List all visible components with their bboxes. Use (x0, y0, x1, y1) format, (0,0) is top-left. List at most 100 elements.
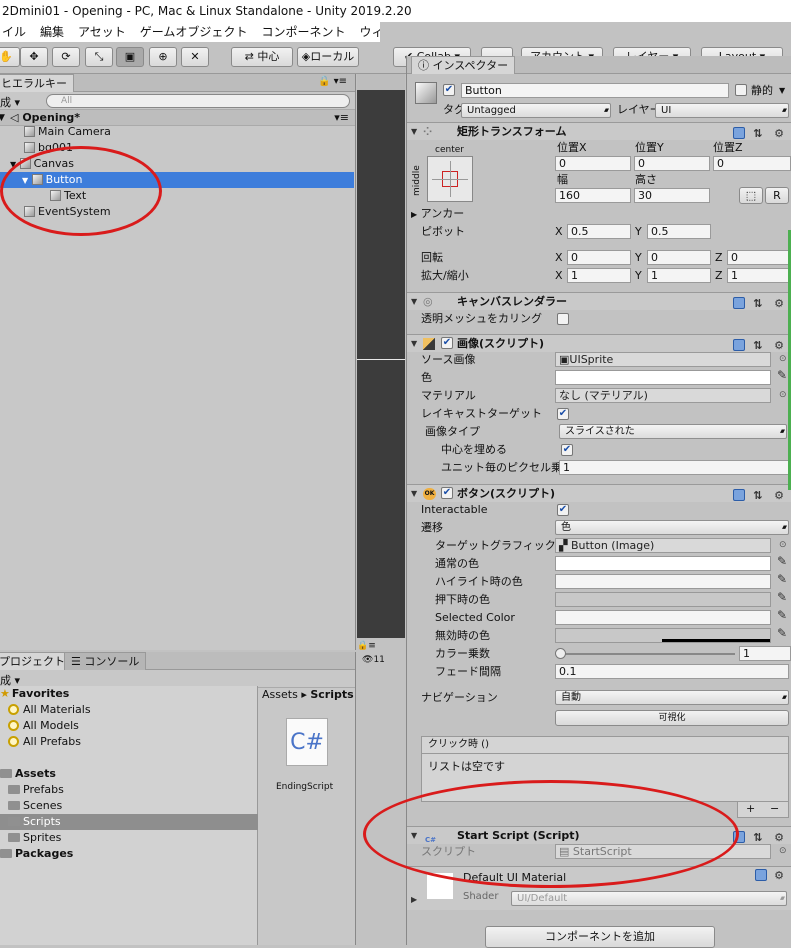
eyedropper-icon[interactable]: ✎ (777, 608, 787, 622)
rect-transform-header[interactable]: ▼ ⁘ 矩形トランスフォーム ⇅ ⚙ (407, 122, 791, 140)
selected-color-field[interactable] (555, 610, 771, 625)
canvas-renderer-header[interactable]: ▼ ◎ キャンバスレンダラー ⇅ ⚙ (407, 292, 791, 310)
hierarchy-search-input[interactable]: All (46, 94, 350, 108)
tag-dropdown[interactable]: Untagged (461, 103, 611, 118)
scale-x-field[interactable]: 1 (567, 268, 631, 283)
local-toggle-button[interactable]: ◈ローカル (297, 47, 359, 67)
breadcrumb-current[interactable]: Scripts (310, 688, 353, 701)
target-graphic-field[interactable]: ▞ Button (Image) (555, 538, 771, 553)
static-dropdown-icon[interactable]: ▼ (779, 83, 785, 99)
color-field[interactable] (555, 370, 771, 385)
rotate-tool-icon[interactable]: ⟳ (52, 47, 80, 67)
visualize-button[interactable]: 可視化 (555, 710, 789, 726)
tab-hierarchy[interactable]: ヒエラルキー (0, 74, 74, 92)
anchor-preset-button[interactable] (427, 156, 473, 202)
raw-edit-button[interactable]: R (765, 187, 789, 204)
scale-tool-icon[interactable]: ⤡ (85, 47, 113, 67)
material-header-icons[interactable]: ⚙ (754, 869, 788, 882)
folder-item[interactable]: Sprites (8, 830, 61, 846)
menu-assets[interactable]: アセット (78, 22, 126, 42)
object-picker-icon[interactable]: ⊙ (779, 390, 787, 400)
cull-mesh-checkbox[interactable] (557, 313, 569, 325)
eyedropper-icon[interactable]: ✎ (777, 368, 787, 382)
navigation-dropdown[interactable]: 自動 (555, 690, 789, 705)
assets-header[interactable]: Assets (0, 766, 56, 782)
rect-tool-icon[interactable]: ▣ (116, 47, 144, 67)
pos-y-field[interactable]: 0 (634, 156, 710, 171)
object-picker-icon[interactable]: ⊙ (779, 354, 787, 364)
collapse-icon[interactable]: ▼ (411, 485, 417, 503)
component-header-icons[interactable]: ⇅ ⚙ (733, 295, 788, 313)
eyedropper-icon[interactable]: ✎ (777, 572, 787, 586)
favorite-item[interactable]: All Models (8, 718, 79, 734)
scene-visibility-count[interactable]: 👁11 (362, 655, 385, 665)
menu-component[interactable]: コンポーネント (261, 22, 345, 42)
add-event-button[interactable]: + (746, 802, 755, 816)
eyedropper-icon[interactable]: ✎ (777, 554, 787, 568)
packages-header[interactable]: Packages (0, 846, 73, 862)
rot-x-field[interactable]: 0 (567, 250, 631, 265)
object-name-field[interactable]: Button (461, 83, 729, 98)
tab-project[interactable]: プロジェクト (0, 652, 72, 670)
menu-window[interactable]: ウィンドウ (359, 22, 380, 42)
favorite-item[interactable]: All Materials (8, 702, 91, 718)
height-field[interactable]: 30 (634, 188, 710, 203)
normal-color-field[interactable] (555, 556, 771, 571)
hand-tool-icon[interactable]: ✋ (0, 47, 20, 67)
static-checkbox[interactable] (735, 84, 747, 96)
color-multiplier-slider-track[interactable] (559, 653, 735, 655)
help-icon[interactable] (733, 297, 746, 309)
file-name[interactable]: EndingScript (276, 782, 333, 792)
rot-z-field[interactable]: 0 (727, 250, 791, 265)
scene-menu-icon[interactable]: ▾≡ (334, 110, 349, 126)
layer-dropdown[interactable]: UI (655, 103, 789, 118)
disabled-color-field[interactable] (555, 628, 771, 643)
transform-tool-icon[interactable]: ⊕ (149, 47, 177, 67)
button-enabled-checkbox[interactable]: ✔ (441, 487, 453, 499)
lock-icon[interactable]: 🔒≡ (357, 641, 376, 651)
tab-console[interactable]: ☰ コンソール (64, 652, 147, 670)
help-icon[interactable] (754, 869, 767, 881)
help-icon[interactable] (733, 127, 746, 139)
scale-z-field[interactable]: 1 (727, 268, 791, 283)
source-image-field[interactable]: ▣UISprite (555, 352, 771, 367)
pivot-toggle-button[interactable]: ⇄ 中心 (231, 47, 293, 67)
button-component-header[interactable]: ▼ OK ✔ ボタン(スクリプト) ⇅ ⚙ (407, 484, 791, 502)
component-header-icons[interactable]: ⇅ ⚙ (733, 487, 788, 505)
pos-x-field[interactable]: 0 (555, 156, 631, 171)
material-field[interactable]: なし (マテリアル) (555, 388, 771, 403)
eyedropper-icon[interactable]: ✎ (777, 590, 787, 604)
highlight-color-field[interactable] (555, 574, 771, 589)
color-multiplier-slider-thumb[interactable] (555, 648, 566, 659)
fade-duration-field[interactable]: 0.1 (555, 664, 789, 679)
collapse-icon[interactable]: ▼ (411, 293, 417, 311)
image-component-header[interactable]: ▼ ✔ 画像(スクリプト) ⇅ ⚙ (407, 334, 791, 352)
favorites-header[interactable]: ★ Favorites (0, 686, 69, 702)
folder-item[interactable]: Scenes (8, 798, 62, 814)
anchors-row[interactable]: ▶ アンカー (411, 206, 464, 222)
scene-view[interactable]: 🔒≡ (357, 74, 405, 651)
tab-inspector[interactable]: ⓘ インスペクター (411, 56, 516, 74)
help-icon[interactable] (733, 489, 746, 501)
pos-z-field[interactable]: 0 (713, 156, 791, 171)
blueprint-mode-icon[interactable]: ⬚ (739, 187, 763, 204)
collapse-icon[interactable]: ▼ (411, 123, 417, 141)
help-icon[interactable] (733, 339, 746, 351)
fill-center-checkbox[interactable]: ✔ (561, 444, 573, 456)
pixels-per-unit-field[interactable]: 1 (559, 460, 789, 475)
pivot-y-field[interactable]: 0.5 (647, 224, 711, 239)
folder-item[interactable]: Prefabs (8, 782, 64, 798)
hierarchy-item[interactable]: Main Camera (24, 124, 111, 140)
pivot-x-field[interactable]: 0.5 (567, 224, 631, 239)
pressed-color-field[interactable] (555, 592, 771, 607)
scale-y-field[interactable]: 1 (647, 268, 711, 283)
color-multiplier-field[interactable]: 1 (739, 646, 791, 661)
object-picker-icon[interactable]: ⊙ (779, 540, 787, 550)
breadcrumb-root[interactable]: Assets (262, 688, 298, 701)
eyedropper-icon[interactable]: ✎ (777, 626, 787, 640)
transition-dropdown[interactable]: 色 (555, 520, 789, 535)
collapse-icon[interactable]: ▼ (411, 335, 417, 353)
expand-icon[interactable]: ▶ (411, 895, 417, 904)
interactable-checkbox[interactable]: ✔ (557, 504, 569, 516)
menu-file[interactable]: イル (2, 22, 26, 42)
